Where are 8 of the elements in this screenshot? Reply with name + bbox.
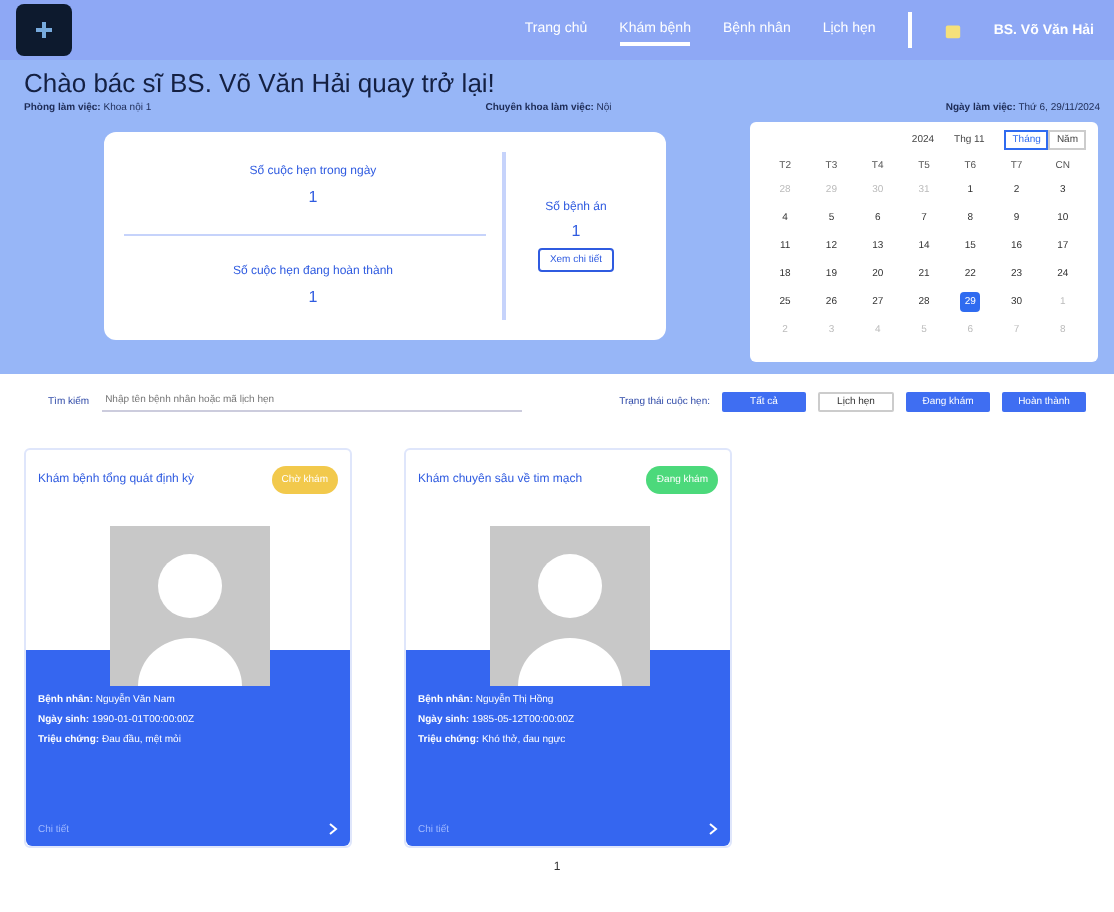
avatar-placeholder-icon bbox=[110, 526, 270, 686]
app-logo[interactable] bbox=[16, 4, 72, 56]
greeting-title: Chào bác sĩ BS. Võ Văn Hải quay trở lại! bbox=[24, 68, 497, 98]
avatar-placeholder-icon bbox=[490, 526, 650, 686]
stat-value: 1 bbox=[308, 188, 318, 207]
logo-icon bbox=[34, 20, 54, 40]
stat-value: 1 bbox=[308, 287, 318, 306]
stat-value: 1 bbox=[571, 221, 581, 239]
